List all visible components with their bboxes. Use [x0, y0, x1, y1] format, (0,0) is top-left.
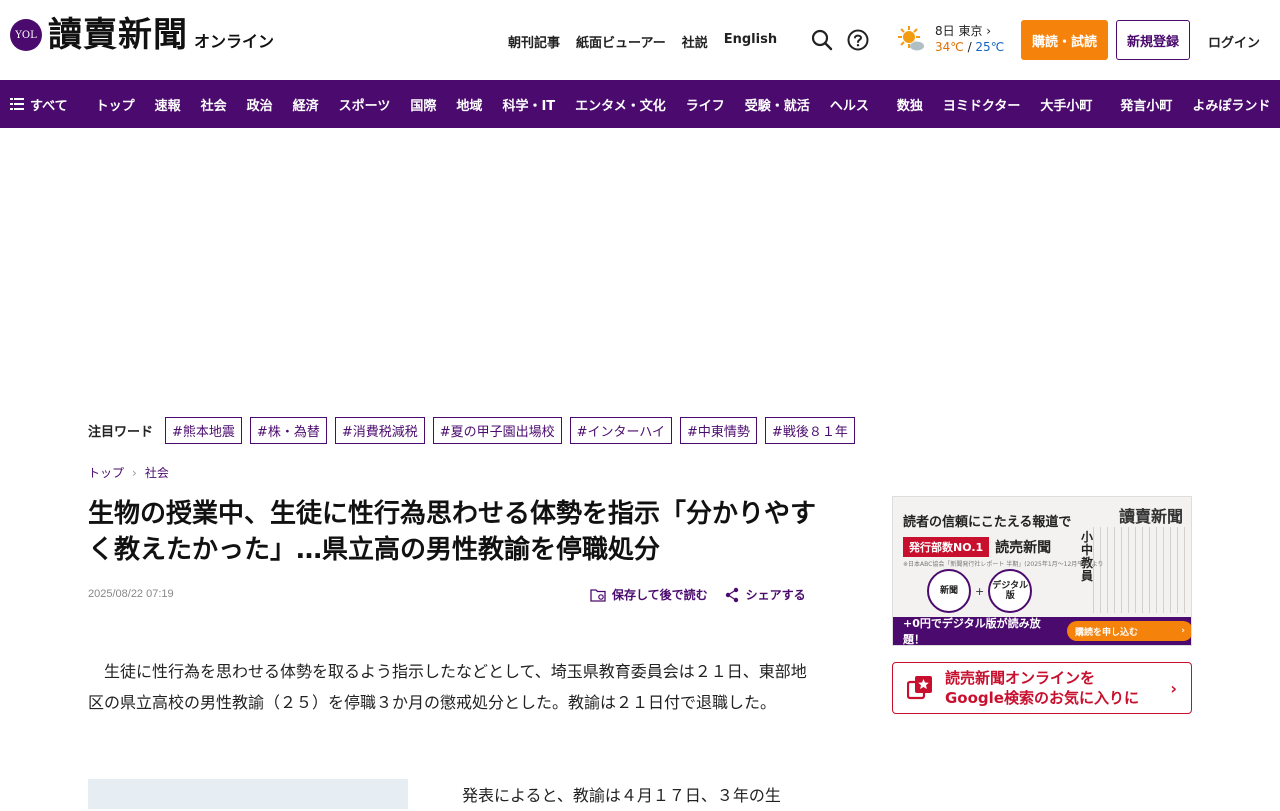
- ad-footnote: ※日本ABC協会「新聞発行社レポート 半期」(2025年1月～12月平均)より: [903, 561, 1104, 568]
- nav-item-otekomachi[interactable]: 大手小町: [1030, 95, 1102, 114]
- nav-item-top[interactable]: トップ: [86, 95, 145, 114]
- nav-item-science-it[interactable]: 科学・IT: [492, 95, 565, 114]
- nav-item-society[interactable]: 社会: [191, 95, 237, 114]
- login-link[interactable]: ログイン: [1208, 32, 1260, 51]
- favorite-star-icon: [907, 676, 932, 700]
- favorite-line1: 読売新聞オンラインを: [945, 669, 1096, 687]
- ad-apply-button[interactable]: 購読を申し込む ›: [1067, 621, 1191, 641]
- nav-item-hatsugen-komachi[interactable]: 発言小町: [1110, 95, 1182, 114]
- trending-tag[interactable]: #戦後８１年: [764, 417, 855, 444]
- article-paragraph: 発表によると、教諭は４月１７日、３年の生: [446, 786, 781, 805]
- plus-icon: +: [975, 584, 985, 598]
- menu-icon: [10, 98, 24, 110]
- article-lead: 生徒に性行為を思わせる体勢を取るよう指示したなどとして、埼玉県教育委員会は２１日…: [88, 662, 807, 712]
- nav-item-economy[interactable]: 経済: [283, 95, 329, 114]
- nav-item-yomipo-land[interactable]: よみぽランド: [1182, 95, 1280, 114]
- ad-bottom-bar: +0円でデジタル版が読み放題！ 購読を申し込む ›: [893, 617, 1191, 646]
- sunny-cloudy-icon: [898, 26, 924, 51]
- nav-all-menu[interactable]: すべて: [10, 95, 78, 114]
- article-photo[interactable]: [88, 779, 408, 809]
- ad-headline: 読者の信頼にこたえる報道で: [903, 515, 1072, 530]
- header-link-viewer[interactable]: 紙面ビューアー: [576, 32, 666, 51]
- site-logo[interactable]: YOL 讀賣新聞 オンライン: [10, 18, 274, 52]
- nav-item-yomidoctor[interactable]: ヨミドクター: [933, 95, 1030, 114]
- search-icon[interactable]: [810, 28, 834, 52]
- site-header: YOL 讀賣新聞 オンライン 朝刊記事 紙面ビューアー 社説 English 8…: [0, 0, 1280, 80]
- trending-tag[interactable]: #熊本地震: [165, 417, 242, 444]
- share-button[interactable]: シェアする: [724, 586, 806, 603]
- google-favorite-banner[interactable]: 読売新聞オンラインを Google検索のお気に入りに ›: [892, 662, 1192, 714]
- header-links: 朝刊記事 紙面ビューアー 社説 English: [508, 32, 777, 51]
- chevron-right-icon: ›: [1181, 626, 1185, 636]
- nav-item-health[interactable]: ヘルス: [820, 95, 879, 114]
- ad-paper-title: 讀賣新聞: [1118, 507, 1183, 526]
- breadcrumb-top[interactable]: トップ: [88, 464, 124, 481]
- newspaper-image: [1093, 527, 1185, 613]
- logo-subtitle: オンライン: [194, 32, 275, 51]
- favorite-text: 読売新聞オンラインを Google検索のお気に入りに: [945, 668, 1139, 708]
- weather-high: 34℃: [935, 40, 964, 54]
- subscribe-button[interactable]: 購読・試読: [1021, 20, 1108, 60]
- nav-all-label: すべて: [30, 98, 68, 114]
- trending-tag[interactable]: #インターハイ: [569, 417, 673, 444]
- nav-item-sports[interactable]: スポーツ: [329, 95, 401, 114]
- header-link-morning-edition[interactable]: 朝刊記事: [508, 32, 560, 51]
- favorite-line2: Google検索のお気に入りに: [945, 689, 1139, 707]
- nav-item-sudoku[interactable]: 数独: [887, 95, 933, 114]
- header-link-editorial[interactable]: 社説: [682, 32, 708, 51]
- save-for-later-button[interactable]: 保存して後で読む: [590, 586, 708, 603]
- trending-tag[interactable]: #夏の甲子園出場校: [432, 417, 562, 444]
- ad-bar-text: +0円でデジタル版が読み放題！: [903, 617, 1041, 646]
- nav-item-exam-career[interactable]: 受験・就活: [735, 95, 820, 114]
- help-icon[interactable]: [846, 28, 870, 52]
- trending-words: 注目ワード #熊本地震 #株・為替 #消費税減税 #夏の甲子園出場校 #インター…: [88, 417, 863, 444]
- ad-circle-digital: デジタル版: [988, 569, 1033, 613]
- ad-space: [0, 128, 1280, 410]
- category-nav: すべて トップ 速報 社会 政治 経済 スポーツ 国際 地域 科学・IT エンタ…: [0, 80, 1280, 128]
- ad-circle-paper: 新聞: [927, 569, 971, 613]
- nav-item-politics[interactable]: 政治: [237, 95, 283, 114]
- register-button[interactable]: 新規登録: [1116, 20, 1190, 60]
- ad-apply-label: 購読を申し込む: [1075, 627, 1139, 638]
- article-date: 2025/08/22 07:19: [88, 588, 174, 600]
- nav-item-breaking[interactable]: 速報: [145, 95, 191, 114]
- weather-low: 25℃: [975, 40, 1005, 54]
- breadcrumb-society[interactable]: 社会: [145, 464, 169, 481]
- chevron-right-icon: ›: [986, 24, 992, 38]
- trending-tag[interactable]: #中東情勢: [680, 417, 757, 444]
- folder-icon: [590, 588, 606, 602]
- ad-no1-badge: 発行部数NO.1: [903, 537, 990, 557]
- nav-item-entertainment[interactable]: エンタメ・文化: [565, 95, 676, 114]
- article-actions: 保存して後で読む シェアする: [590, 586, 806, 603]
- save-for-later-label: 保存して後で読む: [612, 588, 708, 602]
- article-title: 生物の授業中、生徒に性行為思わせる体勢を指示「分かりやすく教えたかった」…県立高…: [88, 499, 817, 565]
- nav-item-local[interactable]: 地域: [446, 95, 492, 114]
- subscription-ad-banner[interactable]: 小中教員 読者の信頼にこたえる報道で 讀賣新聞 発行部数NO.1 読売新聞 ※日…: [892, 496, 1192, 646]
- chevron-right-icon: ›: [1170, 679, 1177, 698]
- ad-circles: 新聞 + デジタル版: [927, 569, 1033, 613]
- trending-label: 注目ワード: [88, 425, 154, 440]
- share-label: シェアする: [745, 588, 806, 602]
- weather-separator: /: [963, 40, 976, 54]
- logo-title: 讀賣新聞: [48, 15, 188, 55]
- breadcrumb: トップ › 社会: [88, 464, 169, 481]
- nav-item-international[interactable]: 国際: [400, 95, 446, 114]
- share-icon: [725, 587, 738, 602]
- trending-tag[interactable]: #株・為替: [249, 417, 327, 444]
- weather-widget[interactable]: 8日 東京 › 34℃ / 25℃: [897, 23, 1004, 55]
- chevron-right-icon: ›: [132, 465, 137, 480]
- logo-badge: YOL: [10, 19, 42, 51]
- ad-newspaper-headline: 小中教員: [1081, 530, 1094, 583]
- weather-day-city: 8日 東京: [935, 24, 983, 38]
- nav-item-life[interactable]: ライフ: [676, 95, 735, 114]
- ad-no1: 発行部数NO.1 読売新聞: [903, 537, 1051, 557]
- ad-no1-name: 読売新聞: [995, 540, 1052, 556]
- header-link-english[interactable]: English: [724, 32, 777, 51]
- trending-tag[interactable]: #消費税減税: [334, 417, 425, 444]
